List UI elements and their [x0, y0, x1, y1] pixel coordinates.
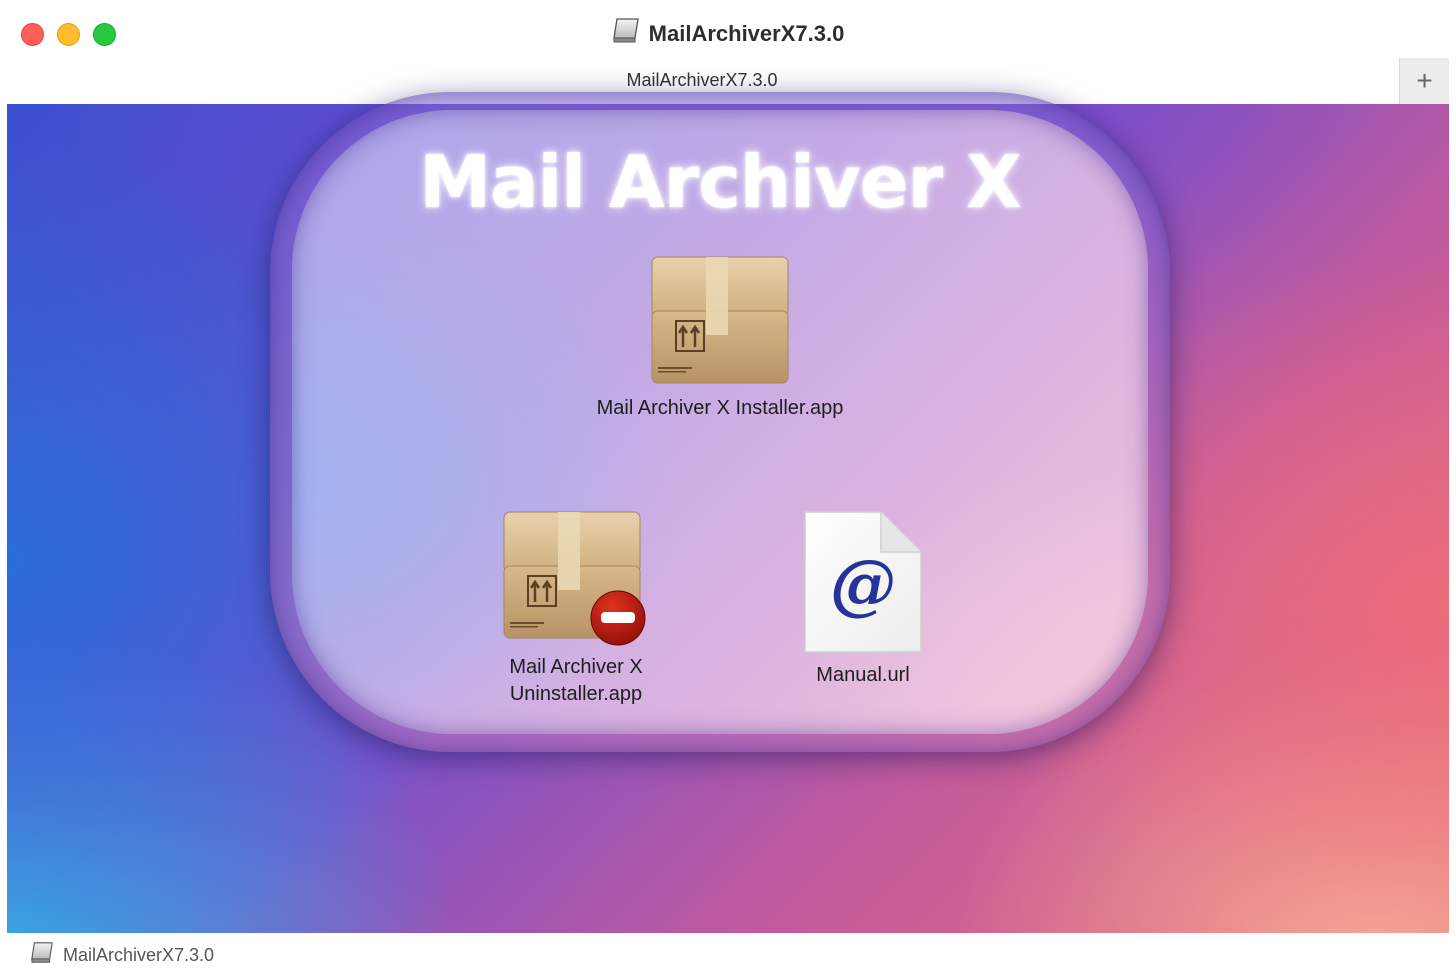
disk-image-icon: [30, 942, 54, 969]
window-title: MailArchiverX7.3.0: [648, 20, 845, 46]
disk-image-icon: [612, 18, 640, 49]
manual-url-label: Manual.url: [816, 664, 910, 686]
installer-app-label: Mail Archiver X Installer.app: [596, 397, 844, 419]
finder-window: MailArchiverX7.3.0 MailArchiverX7.3.0 + …: [0, 0, 1456, 974]
manual-url-item[interactable]: @ Manual.url: [748, 510, 978, 689]
svg-text:@: @: [830, 545, 896, 623]
uninstaller-app-item[interactable]: Mail Archiver X Uninstaller.app: [436, 510, 716, 708]
uninstaller-app-label-line2: Uninstaller.app: [509, 683, 643, 705]
tab-current[interactable]: MailArchiverX7.3.0: [7, 70, 1397, 91]
package-icon: [648, 255, 792, 387]
package-remove-icon: [502, 510, 650, 646]
new-tab-button[interactable]: +: [1399, 58, 1449, 104]
title-bar[interactable]: MailArchiverX7.3.0: [0, 0, 1456, 58]
url-document-icon: @: [801, 510, 925, 654]
plus-icon: +: [1416, 65, 1433, 96]
installer-app-item[interactable]: Mail Archiver X Installer.app: [520, 255, 920, 422]
uninstaller-app-label-line1: Mail Archiver X: [509, 656, 643, 678]
brand-title: Mail Archiver X: [419, 140, 1021, 224]
path-bar: MailArchiverX7.3.0: [0, 933, 1456, 974]
path-item[interactable]: MailArchiverX7.3.0: [63, 945, 214, 966]
